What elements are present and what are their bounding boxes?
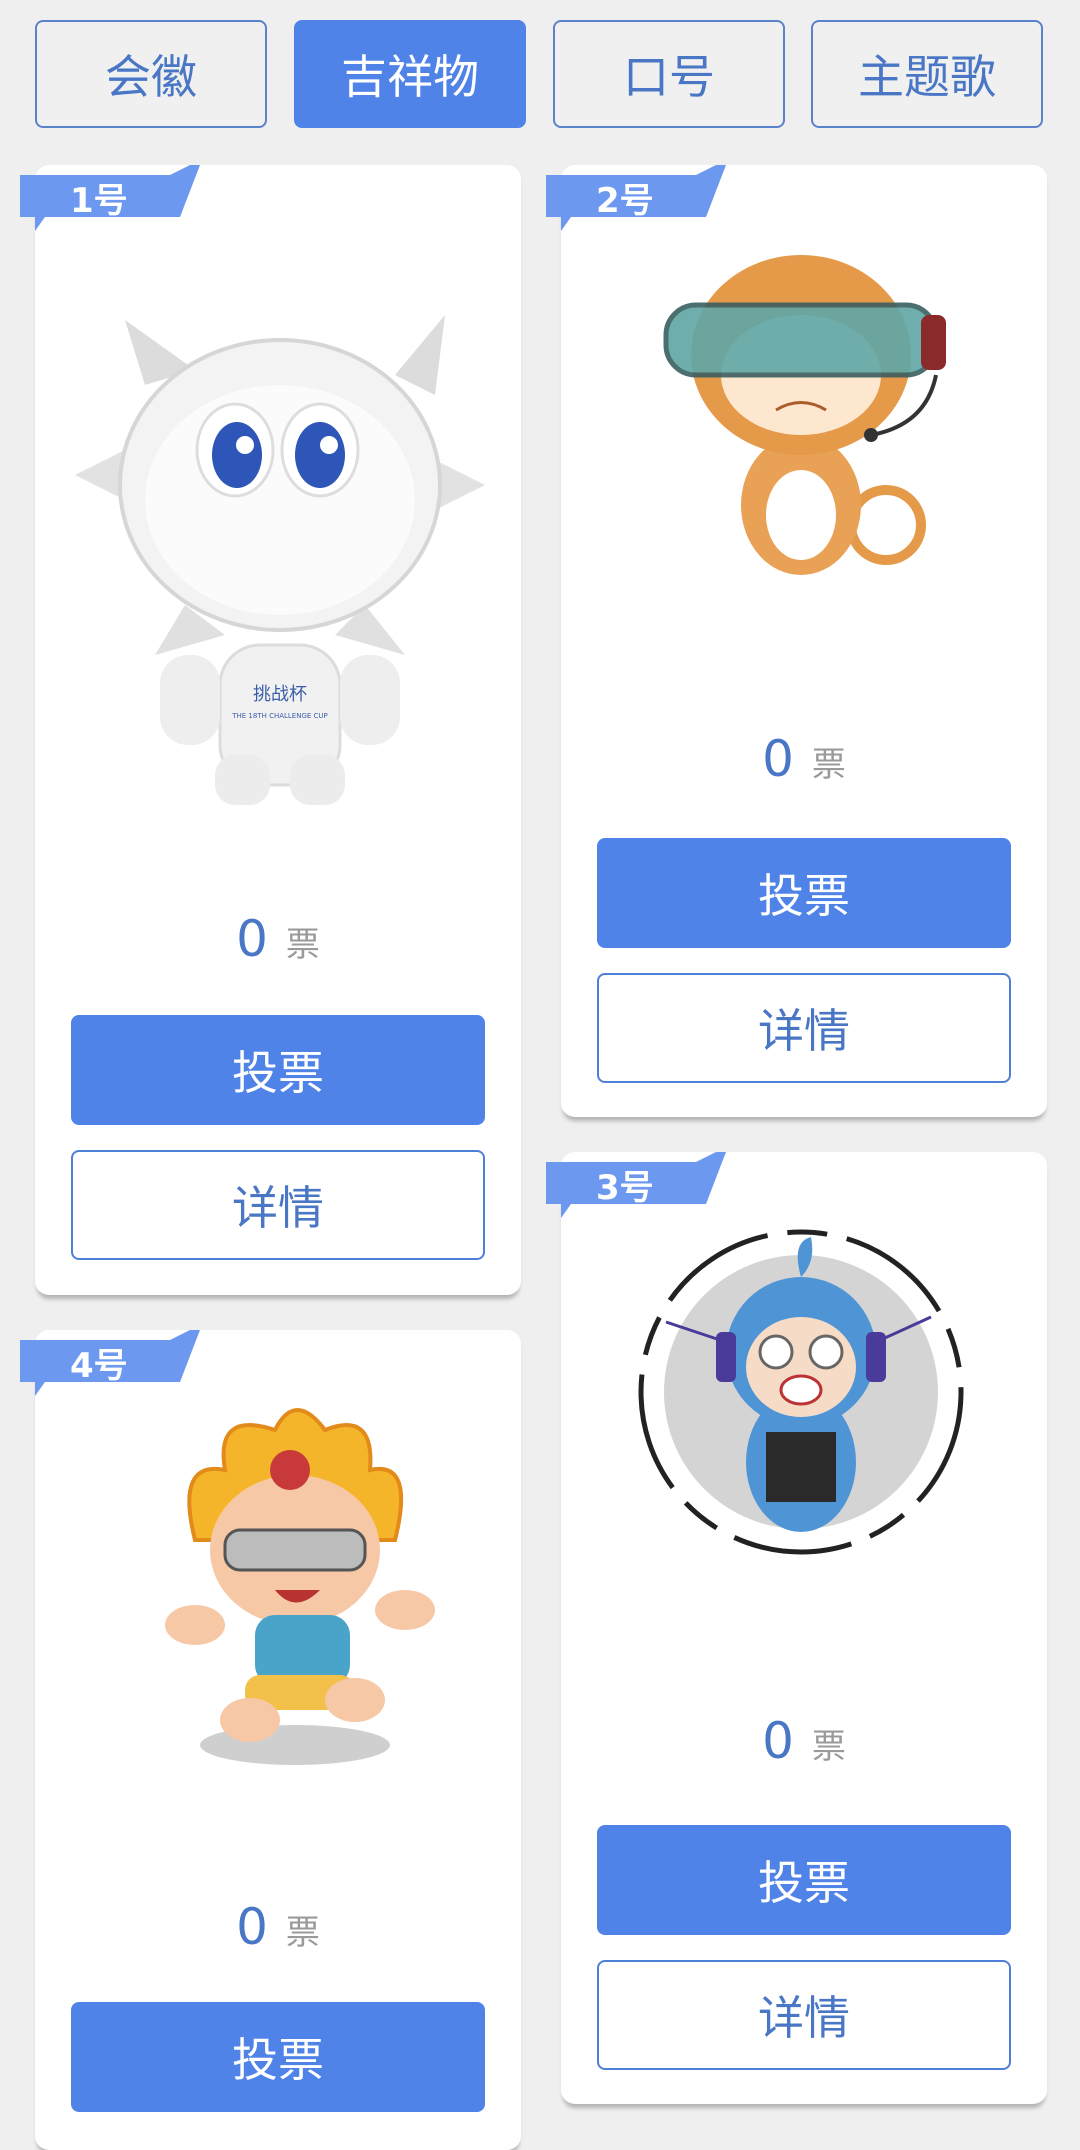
mascot-card-1: 1号 挑战杯 THE 18TH CHALLENGE CUP 0票 投票 详情 xyxy=(20,165,521,1295)
svg-text:THE 18TH CHALLENGE CUP: THE 18TH CHALLENGE CUP xyxy=(231,712,328,720)
number-badge: 3号 xyxy=(546,1152,726,1218)
mascot-image-3[interactable] xyxy=(626,1222,976,1562)
vote-count: 0票 xyxy=(236,1898,320,1956)
vote-count: 0票 xyxy=(762,1712,846,1770)
mascot-card-4: 4号 0票 投票 xyxy=(20,1330,521,2150)
svg-text:挑战杯: 挑战杯 xyxy=(253,684,307,705)
category-tabs: 会徽 吉祥物 口号 主题歌 xyxy=(35,20,1047,132)
detail-button[interactable]: 详情 xyxy=(597,1960,1011,2070)
number-badge: 1号 xyxy=(20,165,200,231)
tab-emblem[interactable]: 会徽 xyxy=(35,20,267,128)
detail-button[interactable]: 详情 xyxy=(71,1150,485,1260)
mascot-card-2: 2号 0票 投票 详情 xyxy=(546,165,1047,1117)
tab-slogan[interactable]: 口号 xyxy=(553,20,785,128)
mascot-image-4[interactable] xyxy=(155,1400,445,1770)
detail-button[interactable]: 详情 xyxy=(597,973,1011,1083)
vote-button[interactable]: 投票 xyxy=(71,2002,485,2112)
vote-button[interactable]: 投票 xyxy=(597,838,1011,948)
vote-button[interactable]: 投票 xyxy=(71,1015,485,1125)
mascot-image-2[interactable] xyxy=(636,235,966,585)
mascot-card-3: 3号 0票 投票 详情 xyxy=(546,1152,1047,2104)
number-badge: 4号 xyxy=(20,1330,200,1396)
vote-button[interactable]: 投票 xyxy=(597,1825,1011,1935)
vote-count: 0票 xyxy=(236,910,320,968)
number-badge: 2号 xyxy=(546,165,726,231)
vote-count: 0票 xyxy=(762,730,846,788)
mascot-image-1[interactable]: 挑战杯 THE 18TH CHALLENGE CUP xyxy=(65,275,495,805)
tab-theme-song[interactable]: 主题歌 xyxy=(811,20,1043,128)
tab-mascot[interactable]: 吉祥物 xyxy=(294,20,526,128)
